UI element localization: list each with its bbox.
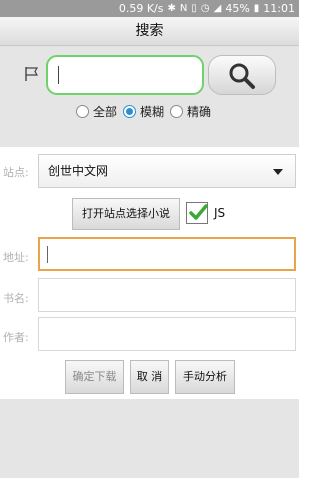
open-site-button[interactable]: 打开站点选择小说 [72, 198, 180, 230]
radio-all[interactable] [76, 104, 89, 118]
nfc-icon: N [179, 3, 188, 14]
status-bar: 0.59 K/s ✱ N ▯ ◷ ◢ 45% ▮ 11:01 [0, 0, 299, 17]
confirm-download-button[interactable]: 确定下载 [65, 360, 124, 394]
mode-option-fuzzy[interactable]: 模糊 [123, 103, 164, 120]
book-name-field[interactable] [38, 278, 296, 312]
cancel-button[interactable]: 取 消 [130, 360, 169, 394]
site-select[interactable]: 创世中文网 [38, 154, 296, 188]
book-name-label: 书名: [3, 292, 29, 305]
mode-option-all[interactable]: 全部 [76, 103, 117, 120]
address-label: 地址: [3, 251, 29, 264]
site-label: 站点: [3, 166, 29, 179]
dropdown-arrow-icon [273, 169, 283, 175]
radio-fuzzy[interactable] [123, 104, 137, 118]
js-label: JS [214, 206, 226, 220]
text-caret [58, 66, 59, 84]
mode-label-all: 全部 [93, 104, 118, 119]
site-select-value: 创世中文网 [48, 164, 109, 178]
bluetooth-icon: ✱ [167, 3, 176, 14]
text-caret [47, 246, 48, 263]
alarm-icon: ◷ [200, 3, 210, 14]
page-title: 搜索 [0, 17, 299, 46]
js-checkbox[interactable] [186, 202, 208, 224]
match-mode-group: 全部 模糊 精确 [76, 101, 217, 121]
manual-analyze-button[interactable]: 手动分析 [175, 360, 235, 394]
signal-icon: ◢ [213, 3, 222, 14]
magnifier-icon [229, 63, 255, 89]
mode-label-exact: 精确 [187, 104, 212, 119]
search-input[interactable] [46, 55, 204, 95]
network-speed: 0.59 K/s [118, 2, 164, 15]
flag-icon[interactable] [24, 66, 40, 82]
empty-area [0, 399, 299, 478]
author-label: 作者: [3, 331, 29, 344]
search-button[interactable] [208, 55, 276, 95]
mode-option-exact[interactable]: 精确 [170, 103, 211, 120]
battery-percent: 45% [225, 2, 250, 15]
vibrate-icon: ▯ [191, 3, 197, 14]
address-field[interactable] [38, 237, 296, 271]
checkmark-icon [189, 204, 208, 220]
mode-label-fuzzy: 模糊 [140, 104, 165, 119]
clock: 11:01 [263, 2, 295, 15]
author-field[interactable] [38, 317, 296, 351]
status-bar-right: 0.59 K/s ✱ N ▯ ◷ ◢ 45% ▮ 11:01 [119, 0, 295, 17]
battery-icon: ▮ [253, 3, 260, 14]
radio-exact[interactable] [170, 104, 184, 118]
